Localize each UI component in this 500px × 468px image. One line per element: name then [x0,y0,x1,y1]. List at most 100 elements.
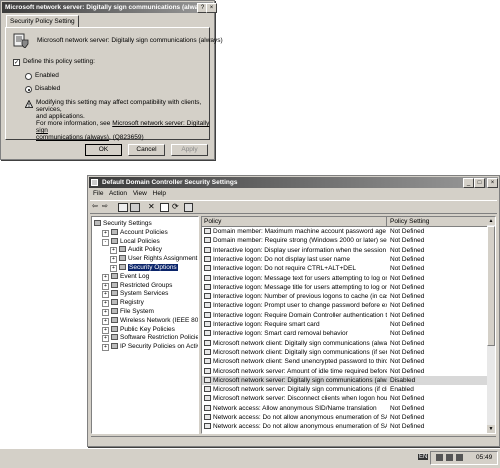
col-header-policy[interactable]: Policy [202,217,387,226]
folder-icon [119,255,126,262]
forward-icon[interactable]: ⇨ [102,203,108,211]
menu-view[interactable]: View [133,190,147,197]
policy-row[interactable]: Interactive logon: Display user informat… [202,246,487,255]
folder-icon [111,237,118,244]
policy-row[interactable]: Domain member: Maximum machine account p… [202,227,487,236]
close-button[interactable]: × [206,3,217,13]
scroll-down-arrow[interactable]: ▼ [487,425,495,433]
policy-row[interactable]: Interactive logon: Do not display last u… [202,255,487,264]
policy-row[interactable]: Domain member: Require strong (Windows 2… [202,236,487,245]
export-icon[interactable] [184,203,193,212]
policy-row[interactable]: Microsoft network client: Digitally sign… [202,339,487,348]
policy-row[interactable]: Microsoft network server: Digitally sign… [202,385,487,394]
menu-help[interactable]: Help [153,190,166,197]
tree-item[interactable]: +Wireless Network (IEEE 802.11) P [102,316,199,325]
policy-row[interactable]: Interactive logon: Prompt user to change… [202,301,487,310]
tree-item[interactable]: + System Services [102,289,168,299]
policy-dialog: Microsoft network server: Digitally sign… [0,0,223,160]
tree-item[interactable]: + File System [102,307,154,316]
tab-security-policy-setting[interactable]: Security Policy Setting [6,15,79,27]
policy-row[interactable]: Microsoft network server: Digitally sign… [202,375,487,385]
tree-item[interactable]: + Security Options [110,263,178,272]
tree-item[interactable]: + Registry [102,298,144,308]
policy-row[interactable]: Interactive logon: Number of previous lo… [202,292,487,301]
cancel-button[interactable]: Cancel [128,144,165,156]
vertical-scrollbar[interactable]: ▲ ▼ [487,217,495,433]
tree-item[interactable]: + Restricted Groups [102,281,172,290]
delete-icon[interactable]: ✕ [148,202,155,211]
policy-name: Microsoft network client: Digitally sign… [213,348,387,356]
language-indicator[interactable]: EN [418,454,429,460]
policy-name: Network access: Allow anonymous SID/Name… [213,404,377,412]
network-icon-2[interactable] [446,454,453,461]
expand-toggle-icon[interactable]: + [102,344,109,352]
policy-name-cell: Microsoft network server: Disconnect cli… [204,394,387,403]
menu-action[interactable]: Action [109,190,127,197]
apply-button[interactable]: Apply [171,144,208,156]
taskbar: EN 05:49 [0,448,500,468]
status-bar [91,436,496,446]
enabled-radio[interactable] [25,73,32,80]
back-icon[interactable]: ⇦ [92,203,98,211]
policy-row[interactable]: Network access: Allow anonymous SID/Name… [202,404,487,413]
minimize-button[interactable]: _ [463,178,474,188]
tree-item[interactable]: + Account Policies [102,228,168,237]
refresh-icon[interactable]: ⟳ [172,202,179,211]
policy-name: Microsoft network client: Digitally sign… [213,339,387,347]
policy-setting-cell: Not Defined [390,311,425,319]
tree-item[interactable]: + User Rights Assignment [110,254,197,264]
policy-name-cell: Microsoft network client: Send unencrypt… [204,357,387,366]
menu-file[interactable]: File [93,190,103,197]
policy-name-cell: Interactive logon: Message text for user… [204,274,387,283]
properties-icon[interactable] [160,203,169,212]
policy-setting-cell: Not Defined [390,283,425,291]
tree-item[interactable]: - Local Policies [102,237,160,246]
define-checkbox[interactable]: ✓ [13,59,20,66]
scroll-up-arrow[interactable]: ▲ [487,217,495,225]
tree-item[interactable]: + Audit Policy [110,245,162,255]
policy-setting-cell: Not Defined [390,255,425,263]
tree-item[interactable]: Security Settings [94,219,152,228]
policy-row[interactable]: Network access: Do not allow anonymous e… [202,422,487,431]
policy-row[interactable]: Microsoft network client: Send unencrypt… [202,357,487,366]
tree-item-label: Wireless Network (IEEE 802.11) P [120,316,199,324]
network-icon-3[interactable] [456,454,463,461]
policy-name: Interactive logon: Prompt user to change… [213,302,387,310]
policy-name-cell: Domain member: Require strong (Windows 2… [204,236,387,245]
expand-toggle-icon[interactable]: - [102,238,109,246]
menu-bar: File Action View Help [90,189,166,199]
tree-item[interactable]: + Event Log [102,272,149,281]
tree-item[interactable]: + IP Security Policies on Active Dire [102,342,198,352]
dialog-title: Microsoft network server: Digitally sign… [2,2,213,13]
clock[interactable]: 05:49 [476,454,492,461]
show-tree-icon[interactable] [130,203,140,212]
network-icon[interactable] [436,454,443,461]
policy-name-cell: Domain member: Maximum machine account p… [204,227,387,236]
ok-button[interactable]: OK [85,144,122,156]
policy-row[interactable]: Interactive logon: Require smart card Not… [202,320,487,329]
kb-link-2[interactable]: communications (always) [36,134,109,141]
policy-row[interactable]: Microsoft network client: Digitally sign… [202,348,487,357]
policy-setting-cell: Enabled [390,386,414,394]
policy-row[interactable]: Network access: Do not allow anonymous e… [202,413,487,422]
policy-name: Interactive logon: Do not display last u… [213,255,350,263]
policy-row[interactable]: Interactive logon: Message text for user… [202,274,487,283]
disabled-radio[interactable] [25,86,32,93]
policy-row[interactable]: Microsoft network server: Amount of idle… [202,367,487,376]
policy-name: Interactive logon: Number of previous lo… [213,293,387,301]
folder-icon [111,272,118,279]
scroll-thumb[interactable] [487,226,495,346]
policy-row[interactable]: Interactive logon: Require Domain Contro… [202,311,487,320]
policy-row[interactable]: Interactive logon: Do not require CTRL+A… [202,264,487,273]
tree-item[interactable]: + Public Key Policies [102,325,175,334]
policy-name: Network access: Do not allow anonymous e… [213,423,387,431]
maximize-button[interactable]: □ [474,178,485,188]
policy-row[interactable]: Interactive logon: Smart card removal be… [202,329,487,338]
policy-row[interactable]: Microsoft network server: Disconnect cli… [202,394,487,403]
col-header-setting[interactable]: Policy Setting [388,217,489,226]
folder-icon [111,299,118,306]
up-folder-icon[interactable] [118,203,128,212]
policy-row[interactable]: Interactive logon: Message title for use… [202,283,487,292]
mmc-close-button[interactable]: × [487,178,498,188]
tree-item[interactable]: + Software Restriction Policies [102,333,198,343]
